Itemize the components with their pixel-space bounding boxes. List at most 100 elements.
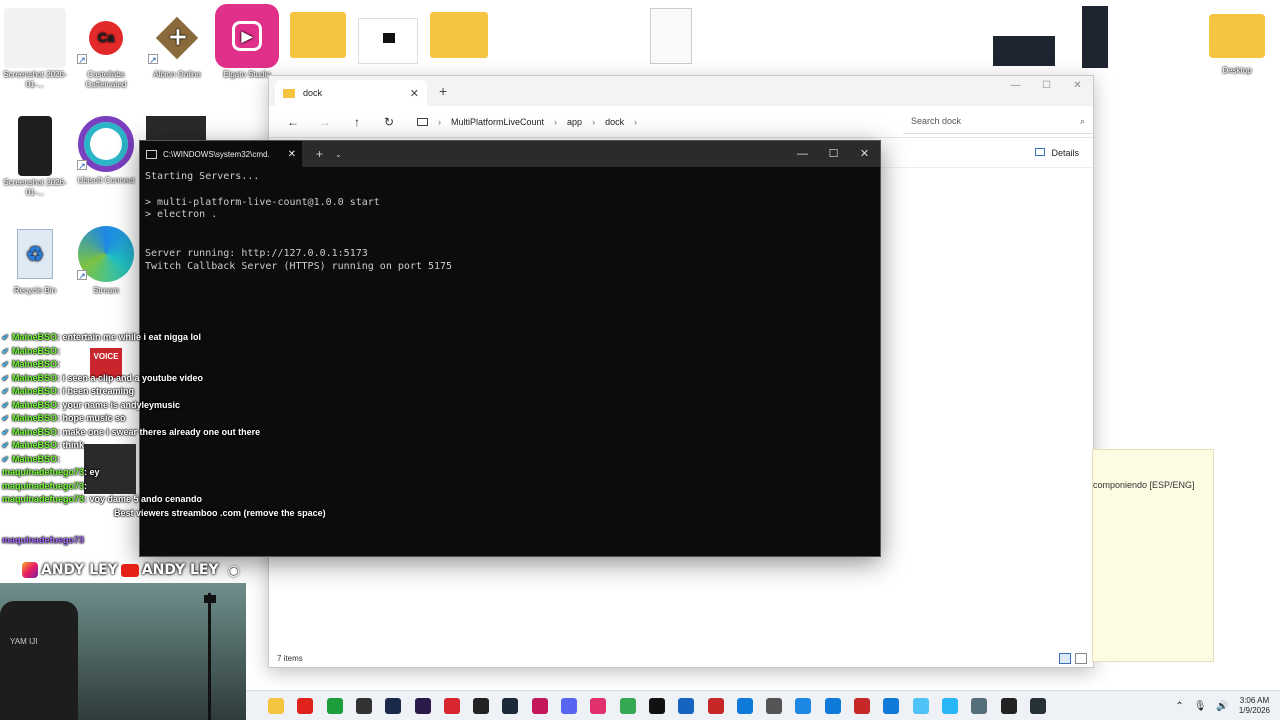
chevron-down-icon[interactable]: ⌄ <box>335 150 342 159</box>
note-window: componiendo [ESP/ENG] <box>1092 449 1214 662</box>
instagram-icon[interactable] <box>590 698 607 714</box>
opera-icon[interactable] <box>297 698 314 714</box>
chat-badge-icon: ✔ <box>2 374 9 383</box>
speaker-icon[interactable]: 🔊 <box>1216 701 1228 712</box>
folder-icon[interactable] <box>430 12 488 58</box>
edge-icon[interactable] <box>824 698 841 714</box>
discord-icon[interactable] <box>561 698 577 714</box>
address-bar-row: ← → ↑ ↻ › MultiPlatformLiveCount › app ›… <box>269 106 1093 138</box>
app-icon[interactable] <box>1029 698 1046 714</box>
document-icon[interactable] <box>650 8 692 64</box>
folder-icon[interactable] <box>290 12 346 58</box>
new-tab-button[interactable]: + <box>316 147 323 161</box>
photoshop-icon[interactable] <box>385 698 402 714</box>
edge-icon[interactable] <box>736 698 753 714</box>
desktop-icon-ubisoft[interactable]: ↗ Ubisoft Connect <box>73 114 139 186</box>
forward-arrow-icon[interactable]: → <box>309 115 341 129</box>
terminal-icon[interactable] <box>1000 698 1017 714</box>
desktop-icon-recycle-bin[interactable]: ♻ Recycle Bin <box>2 224 68 296</box>
chat-message: ✔ MaineBSO: i been streaming <box>2 386 135 396</box>
close-tab-icon[interactable]: ✕ <box>410 87 419 100</box>
caffeinated-icon[interactable] <box>854 698 870 714</box>
screenshot-thumbnail-icon[interactable] <box>993 36 1055 66</box>
notepad-icon[interactable] <box>941 698 958 714</box>
overwolf-icon[interactable] <box>355 698 372 714</box>
desktop-icon-caffeinated[interactable]: Ca ↗ Castellabs Caffeinated <box>73 8 139 90</box>
chevron-right-icon: › <box>554 116 558 127</box>
chat-badge-icon: ✔ <box>2 428 9 437</box>
details-view-icon[interactable] <box>1059 653 1071 664</box>
new-tab-button[interactable]: + <box>439 83 447 99</box>
pen-icon[interactable] <box>766 698 783 714</box>
chat-badge-icon: ✔ <box>2 441 9 450</box>
app-icon[interactable] <box>531 698 548 714</box>
minimize-button[interactable]: — <box>1000 76 1031 96</box>
photos-icon[interactable] <box>795 698 812 714</box>
desktop-icon-elgato[interactable]: ▶ Elgato Studio <box>214 4 280 80</box>
up-arrow-icon[interactable]: ↑ <box>341 115 373 129</box>
clock-date: 1/9/2026 <box>1238 706 1270 715</box>
explorer-titlebar: dock ✕ + — ☐ ✕ <box>269 76 1093 106</box>
premiere-icon[interactable] <box>414 698 431 714</box>
close-button[interactable]: ✕ <box>1062 76 1093 96</box>
image-thumbnail-icon[interactable] <box>146 116 206 140</box>
tools-icon[interactable] <box>971 698 988 714</box>
screenshot-thumbnail-icon[interactable] <box>1082 6 1108 68</box>
chat-message: maquinadefuego73: voy dame 5 ando cenand… <box>2 494 203 504</box>
search-placeholder: Search dock <box>911 116 962 126</box>
tiktok-icon[interactable] <box>648 698 665 714</box>
app-icon[interactable] <box>678 698 695 714</box>
breadcrumb-item[interactable]: MultiPlatformLiveCount <box>451 117 544 127</box>
shortcut-arrow-icon: ↗ <box>77 160 87 171</box>
clock[interactable]: 3:06 AM 1/9/2026 <box>1239 696 1270 716</box>
desktop-icon-desktop-folder[interactable]: Desktop <box>1204 8 1270 76</box>
banner-text: ANDY LEY <box>41 562 118 578</box>
tiles-view-icon[interactable] <box>1075 653 1087 664</box>
chrome-icon[interactable] <box>619 698 636 714</box>
desktop-icon-screenshot[interactable]: Screenshot 2026-01-... <box>2 8 68 90</box>
screenshot-icon <box>4 8 66 68</box>
close-button[interactable]: ✕ <box>849 141 880 167</box>
chat-message: Best viewers streamboo .com (remove the … <box>114 508 326 518</box>
chevron-right-icon: › <box>592 116 596 127</box>
chair-label: YAM IJI <box>10 637 38 646</box>
wifi-icon: ◉ <box>227 561 240 578</box>
terminal-tab-title: C:\WINDOWS\system32\cmd. <box>163 149 270 159</box>
microphone-icon[interactable]: 🎙 <box>1194 701 1207 712</box>
epic-games-icon[interactable] <box>473 698 490 714</box>
details-button[interactable]: Details <box>1035 147 1079 158</box>
terminal-output[interactable]: Starting Servers... > multi-platform-liv… <box>140 167 880 277</box>
file-explorer-icon[interactable] <box>268 698 284 714</box>
media-icon[interactable] <box>443 698 460 714</box>
close-tab-icon[interactable]: ✕ <box>288 149 296 160</box>
breadcrumb-item[interactable]: dock <box>605 117 624 127</box>
desktop-icon-stream[interactable]: ↗ Stream <box>73 224 139 296</box>
refresh-icon[interactable]: ↻ <box>373 115 405 129</box>
breadcrumb[interactable]: › MultiPlatformLiveCount › app › dock › <box>411 109 881 134</box>
banner-text: ANDY LEY <box>141 562 219 578</box>
window-controls: — ☐ ✕ <box>1000 76 1093 96</box>
terminal-tab[interactable]: C:\WINDOWS\system32\cmd. ✕ <box>140 141 302 167</box>
steam-icon[interactable] <box>502 698 519 714</box>
shortcut-arrow-icon: ↗ <box>77 270 87 281</box>
folder-icon <box>1209 14 1265 58</box>
caffeinated-icon[interactable] <box>707 698 724 714</box>
desktop-icon-screenshot-2[interactable]: Screenshot 2026-01-... <box>2 116 68 198</box>
terminal-titlebar: C:\WINDOWS\system32\cmd. ✕ + ⌄ — ☐ ✕ <box>140 141 880 167</box>
explorer-tab[interactable]: dock ✕ <box>275 80 427 106</box>
chat-badge-icon: ✔ <box>2 347 9 356</box>
breadcrumb-item[interactable]: app <box>567 117 582 127</box>
minimize-button[interactable]: — <box>787 141 818 167</box>
maximize-button[interactable]: ☐ <box>818 141 849 167</box>
image-icon[interactable] <box>912 698 929 714</box>
xbox-icon[interactable] <box>326 698 343 714</box>
edge-icon[interactable] <box>883 698 900 714</box>
image-thumbnail-icon[interactable] <box>358 18 418 64</box>
chevron-up-icon[interactable]: ⌃ <box>1175 701 1183 712</box>
desktop-icon-albion[interactable]: ✕ ↗ Albion Online <box>144 8 210 80</box>
back-arrow-icon[interactable]: ← <box>277 115 309 129</box>
instagram-icon <box>22 562 38 578</box>
search-input[interactable]: Search dock ⌕ <box>903 109 1093 134</box>
status-bar-item-count: 7 items <box>277 654 303 663</box>
maximize-button[interactable]: ☐ <box>1031 76 1062 96</box>
